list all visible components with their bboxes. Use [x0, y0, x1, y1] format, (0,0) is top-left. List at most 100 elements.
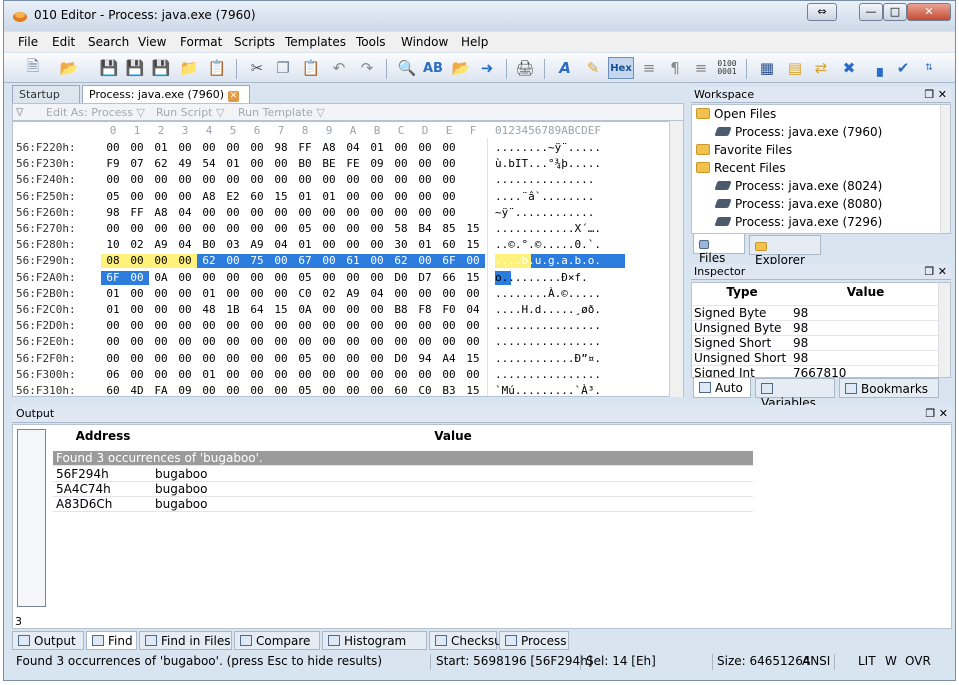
hex-byte[interactable]: 00 — [317, 352, 341, 366]
hex-byte[interactable]: 01 — [221, 157, 245, 171]
hex-byte[interactable]: 00 — [245, 271, 269, 285]
hex-byte[interactable]: A4 — [437, 352, 461, 366]
menu-window[interactable]: Window — [401, 35, 448, 49]
hex-row[interactable]: 56:F240h: 00 00 00 00 00 00 00 00 00 00 00 00 00 00 00.… — [13, 172, 683, 188]
hex-byte[interactable]: 62 — [389, 254, 413, 269]
hex-byte[interactable]: 00 — [149, 222, 173, 236]
hex-byte[interactable]: 00 — [365, 173, 389, 187]
paste-icon[interactable]: 📋 — [300, 57, 322, 79]
hex-byte[interactable]: 00 — [245, 222, 269, 236]
copy-file-icon[interactable]: 📋 — [206, 57, 228, 79]
workspace-process-item[interactable]: Process: java.exe (7296) — [714, 215, 882, 229]
hex-editor[interactable]: 0123456789ABCDEF 0123456789ABCDEF 56:F22… — [12, 121, 684, 397]
hex-byte[interactable]: 94 — [413, 352, 437, 366]
hex-byte[interactable]: FF — [125, 206, 149, 220]
menu-tools[interactable]: Tools — [356, 35, 386, 49]
hex-byte[interactable]: 00 — [389, 141, 413, 155]
hex-byte[interactable]: 00 — [101, 222, 125, 236]
workspace-scrollbar[interactable] — [940, 105, 950, 233]
tools-icon[interactable]: ✖ — [838, 57, 860, 79]
hex-byte[interactable]: 00 — [389, 190, 413, 204]
new-file-icon[interactable]: 🗎 — [22, 57, 44, 79]
hex-byte[interactable]: 00 — [125, 287, 149, 301]
hex-byte[interactable]: 00 — [365, 384, 389, 396]
tab-find-in-files[interactable]: Find in Files — [139, 631, 232, 650]
hex-byte[interactable]: FA — [149, 384, 173, 396]
hex-row[interactable]: 56:F250h: 05 00 00 00 A8 E2 60 15 01 01 00 00 00 00 00.… — [13, 189, 683, 205]
hex-byte[interactable]: 00 — [221, 271, 245, 285]
hex-byte[interactable]: BE — [317, 157, 341, 171]
inspector-value-header[interactable]: Value — [793, 285, 938, 303]
hex-byte[interactable]: B3 — [437, 384, 461, 396]
hex-byte[interactable]: 00 — [101, 352, 125, 366]
hex-byte[interactable]: 00 — [125, 190, 149, 204]
hex-byte[interactable]: 00 — [293, 335, 317, 349]
hex-byte[interactable]: 00 — [125, 335, 149, 349]
workspace-process-item[interactable]: Process: java.exe (8024) — [714, 179, 882, 193]
hex-byte[interactable]: 00 — [269, 319, 293, 333]
hex-byte[interactable]: 00 — [173, 190, 197, 204]
editor-options-icon[interactable]: ∇ — [16, 106, 23, 119]
close-tab-icon[interactable]: ✕ — [228, 91, 240, 102]
hex-byte[interactable]: 00 — [365, 254, 389, 269]
minimize-button[interactable]: — — [859, 3, 883, 21]
status-encoding[interactable]: ANSI — [802, 654, 830, 668]
hex-byte[interactable]: 00 — [245, 335, 269, 349]
hex-byte[interactable]: 15 — [461, 384, 485, 396]
hex-byte[interactable]: 04 — [461, 303, 485, 317]
hex-byte[interactable]: 05 — [293, 352, 317, 366]
hex-byte[interactable]: 00 — [221, 141, 245, 155]
ascii-text[interactable]: ........~ÿ¨..... — [495, 141, 625, 155]
hex-byte[interactable]: A8 — [149, 206, 173, 220]
hex-byte[interactable]: 00 — [269, 384, 293, 396]
output-panel-buttons[interactable]: ❐ ✕ — [925, 405, 948, 422]
hex-byte[interactable]: 00 — [245, 157, 269, 171]
hex-byte[interactable]: 00 — [125, 303, 149, 317]
hex-byte[interactable]: 00 — [149, 368, 173, 382]
hex-byte[interactable]: 00 — [293, 368, 317, 382]
hex-byte[interactable]: 00 — [389, 157, 413, 171]
hex-byte[interactable]: 01 — [149, 141, 173, 155]
hex-byte[interactable]: 03 — [221, 238, 245, 252]
hex-byte[interactable]: 00 — [101, 335, 125, 349]
hex-byte[interactable]: 60 — [245, 190, 269, 204]
hex-byte[interactable]: 00 — [341, 384, 365, 396]
hex-byte[interactable]: 00 — [317, 335, 341, 349]
font-icon[interactable]: A — [554, 57, 576, 79]
hex-byte[interactable]: 05 — [293, 271, 317, 285]
hex-byte[interactable]: 00 — [149, 319, 173, 333]
hex-byte[interactable]: 00 — [173, 287, 197, 301]
find-in-files-icon[interactable]: 📂 — [450, 57, 472, 79]
hex-byte[interactable]: 00 — [437, 368, 461, 382]
hex-byte[interactable]: A8 — [317, 141, 341, 155]
checksum-icon[interactable]: ✔ — [892, 57, 914, 79]
hex-byte[interactable]: A9 — [341, 287, 365, 301]
hex-byte[interactable]: 00 — [293, 173, 317, 187]
menu-templates[interactable]: Templates — [285, 35, 346, 49]
hex-byte[interactable]: 00 — [389, 287, 413, 301]
hex-byte[interactable]: 15 — [269, 190, 293, 204]
hex-byte[interactable]: 00 — [173, 319, 197, 333]
hex-byte[interactable]: 00 — [317, 206, 341, 220]
hex-byte[interactable]: 00 — [221, 287, 245, 301]
hex-byte[interactable]: 00 — [125, 141, 149, 155]
hex-byte[interactable]: 00 — [341, 190, 365, 204]
hex-byte[interactable]: 00 — [221, 384, 245, 396]
hex-byte[interactable]: 00 — [341, 319, 365, 333]
hex-byte[interactable]: 30 — [389, 238, 413, 252]
hex-byte[interactable]: 00 — [173, 222, 197, 236]
hex-byte[interactable]: 00 — [149, 335, 173, 349]
hex-byte[interactable]: 00 — [461, 254, 485, 269]
hex-byte[interactable]: 00 — [101, 141, 125, 155]
ascii-text[interactable]: ....¨â`........ — [495, 190, 625, 204]
hex-byte[interactable]: 1B — [221, 303, 245, 317]
menu-view[interactable]: View — [138, 35, 166, 49]
hex-byte[interactable]: F9 — [101, 157, 125, 171]
save-icon[interactable]: 💾 — [98, 57, 120, 79]
hex-byte[interactable]: 04 — [365, 287, 389, 301]
hex-byte[interactable]: 00 — [341, 335, 365, 349]
save-all-icon[interactable]: 💾 — [150, 57, 172, 79]
ascii-text[interactable]: o.........Ð×f. — [495, 270, 625, 285]
hex-row[interactable]: 56:F2D0h: 00 00 00 00 00 00 00 00 00 00 00 00 00 00 00 0… — [13, 318, 683, 334]
menu-edit[interactable]: Edit — [52, 35, 75, 49]
